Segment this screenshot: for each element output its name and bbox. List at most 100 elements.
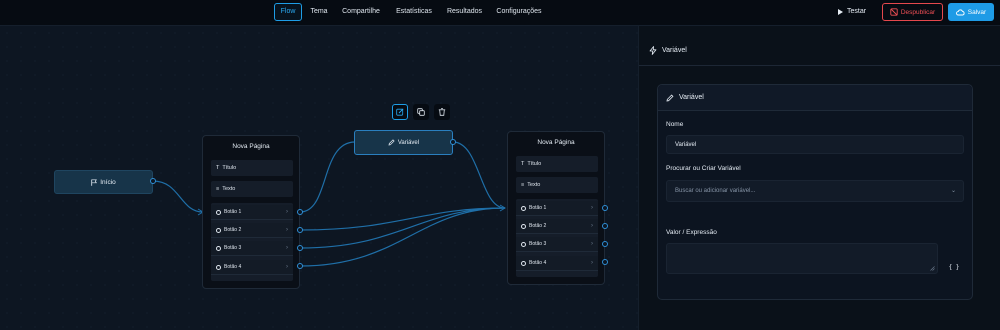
button-icon <box>216 209 221 215</box>
name-label: Nome <box>666 121 684 128</box>
properties-panel: Variável Variável Nome Variável Procurar… <box>638 26 1000 330</box>
component-title-label: Título <box>222 165 237 171</box>
edit-icon[interactable] <box>392 104 408 120</box>
text-type-icon: T <box>521 161 525 167</box>
node-toolbar <box>392 104 450 120</box>
variable-node-output-handle[interactable] <box>450 139 456 145</box>
tab-tema[interactable]: Tema <box>306 3 332 21</box>
tab-resultados[interactable]: Resultados <box>442 3 487 21</box>
test-button[interactable]: Testar <box>838 4 866 20</box>
variable-node[interactable]: Variável <box>354 130 453 155</box>
button-output-handle[interactable] <box>602 205 608 211</box>
button-label: Botão 1 <box>224 209 242 215</box>
button-row[interactable]: Botão 3 › <box>211 241 293 256</box>
page-node[interactable]: Nova Página T Título ≡ Texto Botão 1 › B… <box>507 131 605 285</box>
expression-editor-button[interactable]: { } <box>946 259 962 275</box>
search-variable-label: Procurar ou Criar Variável <box>666 165 741 172</box>
page-node-title: Nova Página <box>537 139 575 146</box>
component-text-label: Texto <box>222 186 236 192</box>
unpublish-button[interactable]: Despublicar <box>882 3 943 21</box>
start-node-label: Início <box>100 178 116 186</box>
tab-configuracoes[interactable]: Configurações <box>491 3 547 21</box>
variable-search-select[interactable]: Buscar ou adicionar variável... ⌄ <box>666 180 964 202</box>
button-icon <box>521 205 526 211</box>
button-output-handle[interactable] <box>297 209 303 215</box>
unpublish-icon <box>890 8 898 16</box>
component-text-label: Texto <box>527 182 541 188</box>
button-label: Botão 3 <box>224 245 242 251</box>
button-row[interactable]: Botão 1 › <box>211 205 293 220</box>
variable-card-title: Variável <box>679 94 704 101</box>
component-title[interactable]: T Título <box>516 156 598 172</box>
start-node[interactable]: Início <box>54 170 153 194</box>
button-output-handle[interactable] <box>297 245 303 251</box>
tab-estatisticas[interactable]: Estatísticas <box>390 3 438 21</box>
variable-card-header: Variável <box>658 85 972 111</box>
lightning-icon <box>649 46 657 55</box>
button-row[interactable]: Botão 2 › <box>211 223 293 238</box>
button-output-handle[interactable] <box>602 259 608 265</box>
play-icon <box>838 9 843 15</box>
page-node-title: Nova Página <box>232 143 270 150</box>
panel-title: Variável <box>662 47 687 54</box>
pencil-icon <box>388 139 395 146</box>
button-output-handle[interactable] <box>297 263 303 269</box>
button-output-handle[interactable] <box>602 241 608 247</box>
button-output-handle[interactable] <box>297 227 303 233</box>
component-text[interactable]: ≡ Texto <box>516 177 598 193</box>
chevron-right-icon: › <box>286 245 288 251</box>
text-type-icon: T <box>216 165 220 171</box>
value-expression-label: Valor / Expressão <box>666 229 717 236</box>
name-field[interactable]: Variável <box>666 135 964 154</box>
paragraph-icon: ≡ <box>521 182 525 188</box>
button-label: Botão 2 <box>224 227 242 233</box>
component-text[interactable]: ≡ Texto <box>211 181 293 197</box>
button-icon <box>216 227 221 233</box>
button-row[interactable]: Botão 4 › <box>211 260 293 275</box>
button-group: Botão 1 › Botão 2 › Botão 3 › Botão 4 › <box>211 203 293 281</box>
button-label: Botão 1 <box>529 205 547 211</box>
resize-handle-icon <box>930 266 935 271</box>
page-node[interactable]: Nova Página T Título ≡ Texto Botão 1 › B… <box>202 135 300 289</box>
tab-flow[interactable]: Flow <box>274 3 302 21</box>
cloud-icon <box>955 8 965 15</box>
button-row[interactable]: Botão 2 › <box>516 219 598 234</box>
trash-icon[interactable] <box>434 104 450 120</box>
flag-icon <box>91 178 98 186</box>
chevron-down-icon: ⌄ <box>950 188 956 194</box>
button-icon <box>521 223 526 229</box>
chevron-right-icon: › <box>286 264 288 270</box>
button-label: Botão 3 <box>529 241 547 247</box>
button-label: Botão 2 <box>529 223 547 229</box>
button-label: Botão 4 <box>224 264 242 270</box>
chevron-right-icon: › <box>591 205 593 211</box>
tab-compartilhe[interactable]: Compartilhe <box>336 3 386 21</box>
chevron-right-icon: › <box>591 260 593 266</box>
variable-node-label: Variável <box>397 139 420 146</box>
save-button[interactable]: Salvar <box>948 3 994 21</box>
unpublish-button-label: Despublicar <box>900 8 936 16</box>
main-tabs: Flow Tema Compartilhe Estatísticas Resul… <box>274 3 547 21</box>
component-title-label: Título <box>527 161 542 167</box>
top-bar: Flow Tema Compartilhe Estatísticas Resul… <box>0 0 1000 26</box>
button-icon <box>521 260 526 266</box>
chevron-right-icon: › <box>286 209 288 215</box>
button-row[interactable]: Botão 1 › <box>516 201 598 216</box>
value-expression-textarea[interactable] <box>666 243 938 274</box>
chevron-right-icon: › <box>591 241 593 247</box>
copy-icon[interactable] <box>413 104 429 120</box>
button-row[interactable]: Botão 4 › <box>516 256 598 271</box>
button-group: Botão 1 › Botão 2 › Botão 3 › Botão 4 › <box>516 199 598 277</box>
component-title[interactable]: T Título <box>211 160 293 176</box>
variable-search-placeholder: Buscar ou adicionar variável... <box>675 188 756 194</box>
button-icon <box>216 264 221 270</box>
test-button-label: Testar <box>847 8 867 15</box>
paragraph-icon: ≡ <box>216 186 220 192</box>
save-button-label: Salvar <box>967 8 987 16</box>
variable-card: Variável Nome Variável Procurar ou Criar… <box>657 84 973 300</box>
start-node-output-handle[interactable] <box>150 178 156 184</box>
button-row[interactable]: Botão 3 › <box>516 237 598 252</box>
button-icon <box>521 241 526 247</box>
button-label: Botão 4 <box>529 260 547 266</box>
button-output-handle[interactable] <box>602 223 608 229</box>
